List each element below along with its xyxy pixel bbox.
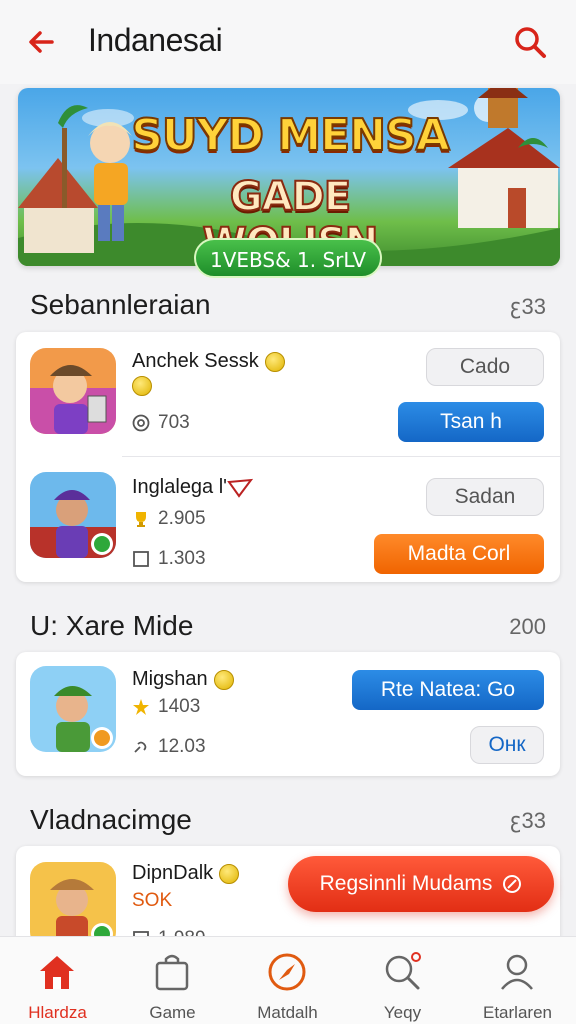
section-title-1: Sebannleraian: [30, 289, 211, 320]
app-name: Inglalega l': [132, 476, 254, 499]
secondary-button[interactable]: Sadan: [426, 478, 544, 516]
coin-icon: [219, 863, 240, 884]
nav-item-game[interactable]: Game: [115, 937, 230, 1024]
nav-item-profile[interactable]: Etarlaren: [460, 937, 575, 1024]
primary-button[interactable]: Tsan h: [398, 402, 544, 442]
profile-icon: [501, 954, 533, 990]
list-item[interactable]: Anchek Sessk 703 Cado Tsan h: [16, 332, 560, 456]
coin-icon: [264, 351, 285, 372]
primary-button[interactable]: Rte Natea: Go: [352, 670, 544, 710]
game-character-icon: [30, 348, 116, 434]
register-cta-button[interactable]: Regsinnli Mudams: [288, 856, 554, 912]
game-character-icon: [30, 666, 116, 752]
tag-icon: [227, 478, 254, 498]
coin-icon: [213, 669, 234, 690]
search-icon: [385, 952, 421, 990]
app-sub: SOK: [132, 890, 173, 911]
section-count-1[interactable]: ꜫ33: [510, 294, 546, 320]
divider: [122, 456, 560, 457]
section-title-2: U: Xare Mide: [30, 610, 194, 641]
app-rating: 2.905: [132, 508, 206, 530]
app-rating: 1403: [132, 696, 200, 718]
app-icon[interactable]: [30, 472, 116, 558]
app-icon[interactable]: [30, 348, 116, 434]
back-arrow-icon[interactable]: [22, 22, 62, 62]
top-bar: Indanesai: [0, 0, 576, 84]
coin-icon: [132, 376, 152, 396]
section-card-1: Anchek Sessk 703 Cado Tsan h Inglalega l…: [16, 332, 560, 582]
star-icon: [133, 699, 149, 715]
compass-icon: [268, 953, 306, 991]
secondary-button[interactable]: Oнк: [470, 726, 544, 764]
search-icon[interactable]: [512, 24, 548, 60]
banner-badge[interactable]: 1VEBS& 1. SrLV: [194, 238, 382, 278]
app-icon[interactable]: [30, 666, 116, 752]
app-stat: 12.03: [132, 736, 206, 758]
app-stat: 703: [132, 412, 190, 434]
app-stat: 1.303: [132, 548, 206, 570]
list-item[interactable]: Migshan 1403 12.03 Rte Natea: Go Oнк: [16, 652, 560, 776]
trophy-icon: [136, 512, 146, 527]
secondary-button[interactable]: Cado: [426, 348, 544, 386]
link-icon: [134, 741, 147, 753]
app-name: DipnDalk: [132, 862, 240, 885]
home-icon: [40, 956, 74, 989]
square-icon: [133, 551, 149, 567]
nav-item-match[interactable]: Matdalh: [230, 937, 345, 1024]
bag-icon: [155, 954, 189, 991]
app-name: Anchek Sessk: [132, 350, 285, 373]
compass-icon: [503, 875, 522, 893]
list-item[interactable]: Inglalega l' 2.905 1.303 Sadan Madta Cor…: [16, 458, 560, 582]
page-title: Indanesai: [88, 22, 223, 58]
section-title-3: Vladnacimge: [30, 804, 192, 835]
bottom-nav: Hlardza Game Matdalh Yeqy Etarlaren: [0, 936, 576, 1024]
nav-item-home[interactable]: Hlardza: [0, 937, 115, 1024]
app-name: Migshan: [132, 668, 234, 691]
section-card-2: Migshan 1403 12.03 Rte Natea: Go Oнк: [16, 652, 560, 776]
section-count-2[interactable]: 200: [509, 614, 546, 640]
game-character-icon: [30, 472, 116, 558]
target-icon: [132, 414, 150, 432]
banner-title: SUYD MENSA: [130, 109, 451, 162]
nav-item-search[interactable]: Yeqy: [345, 937, 460, 1024]
section-count-3[interactable]: ꜫ33: [510, 808, 546, 834]
primary-button[interactable]: Madta Corl: [374, 534, 544, 574]
